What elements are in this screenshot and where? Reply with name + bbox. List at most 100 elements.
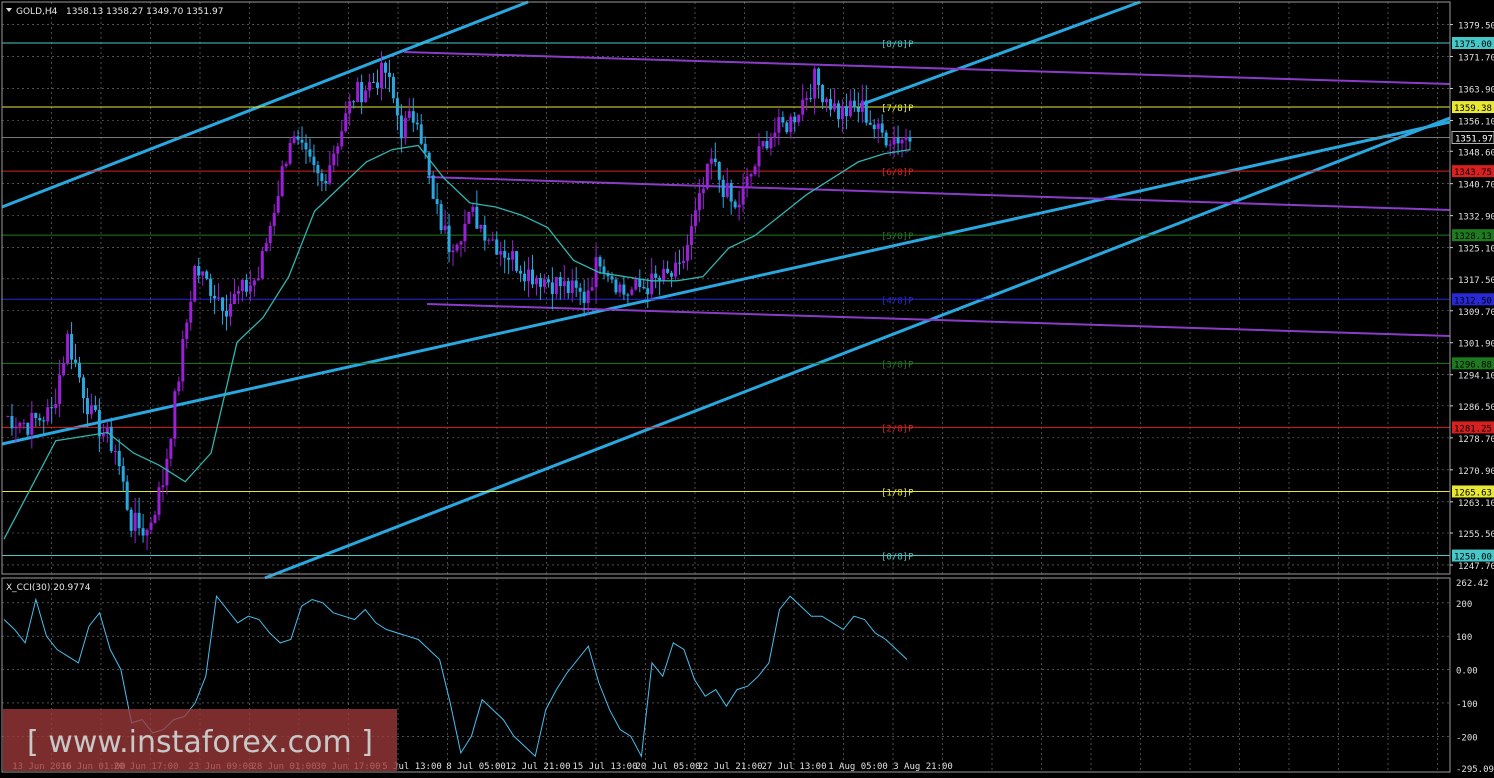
candle-body — [423, 143, 427, 153]
candle-body — [542, 279, 546, 287]
level-labels: 1375.00 [8/8]P 1359.38 [7/8]P 1343.75 [6/8]P 1… — [881, 37, 1494, 563]
level-label: [0/8]P — [881, 553, 914, 563]
candle-body — [145, 529, 149, 536]
candle-body — [856, 107, 860, 112]
candle-body — [225, 310, 229, 317]
x-tick-label: 3 Aug 21:00 — [893, 762, 953, 772]
candle-body — [741, 186, 745, 205]
candle-body — [101, 433, 105, 437]
candle-body — [662, 268, 666, 281]
pitchfork-line — [426, 176, 1451, 211]
y-tick-label: 1247.70 — [1458, 562, 1494, 572]
y-tick-label: 1332.90 — [1458, 213, 1494, 223]
candle-body — [312, 156, 316, 166]
candle-body — [14, 426, 18, 429]
candle-body — [884, 132, 888, 146]
candle-body — [201, 271, 205, 276]
candle-body — [376, 82, 380, 88]
candle-body — [344, 113, 348, 132]
candle-body — [685, 245, 689, 261]
candle-body — [689, 226, 693, 246]
last-price-label: 1351.97 — [1455, 134, 1493, 144]
candle-body — [872, 124, 876, 130]
candle-body — [288, 142, 292, 164]
candle-body — [217, 297, 221, 299]
candle-body — [491, 239, 495, 241]
candle-body — [296, 136, 300, 140]
candle-body — [638, 279, 642, 287]
candle-body — [773, 132, 777, 138]
candle-body — [801, 99, 805, 115]
candle-body — [109, 426, 113, 452]
cci-tick-label: -295.09 — [1456, 765, 1494, 775]
candle-body — [157, 487, 161, 515]
candle-body — [495, 239, 499, 255]
candle-body — [610, 276, 614, 280]
candle-body — [578, 287, 582, 292]
candle-body — [97, 410, 101, 437]
candle-body — [26, 422, 30, 435]
candle-body — [6, 416, 10, 418]
candle-body — [93, 405, 97, 411]
candle-body — [904, 137, 908, 140]
candle-body — [876, 123, 880, 130]
candle-body — [292, 136, 296, 143]
candle-body — [737, 204, 741, 208]
candle-body — [678, 262, 682, 264]
candle-body — [475, 206, 479, 229]
candle-body — [590, 287, 594, 291]
candle-body — [169, 438, 173, 459]
candle-body — [85, 398, 89, 415]
cci-tick-label: -200 — [1456, 733, 1478, 743]
candle-body — [511, 251, 515, 260]
candle-body — [896, 137, 900, 144]
candle-body — [467, 211, 471, 224]
candle-body — [383, 62, 387, 73]
candle-body — [789, 116, 793, 133]
candle-body — [654, 273, 658, 278]
candle-body — [713, 158, 717, 163]
y-tick-label: 1317.50 — [1458, 276, 1494, 286]
candle-body — [487, 239, 491, 241]
channel-line — [1, 120, 1451, 446]
candle-body — [260, 250, 264, 279]
candle-body — [50, 407, 54, 409]
y-tick-label: 1356.10 — [1458, 118, 1494, 128]
candle-body — [554, 277, 558, 294]
candle-body — [221, 297, 225, 311]
candle-body — [598, 257, 602, 267]
candle-body — [693, 210, 697, 227]
candle-body — [403, 117, 407, 139]
candle-body — [900, 139, 904, 144]
channel-line — [859, 0, 1141, 107]
x-tick-label: 15 Jul 13:00 — [572, 762, 637, 772]
candle-body — [141, 528, 145, 536]
candle-body — [908, 137, 912, 142]
candle-body — [586, 290, 590, 303]
candle-body — [276, 196, 280, 213]
main-frame — [1, 1, 1451, 575]
dropdown-triangle-icon[interactable] — [6, 8, 12, 12]
candle-body — [519, 270, 523, 274]
candle-body — [320, 173, 324, 182]
candle-body — [666, 268, 670, 273]
y-tick-label: 1278.70 — [1458, 435, 1494, 445]
candle-body — [813, 68, 817, 99]
candle-body — [817, 68, 821, 86]
candle-body — [757, 146, 761, 167]
y-tick-label: 1255.50 — [1458, 530, 1494, 540]
candle-body — [749, 174, 753, 177]
candle-body — [74, 359, 78, 363]
candle-body — [431, 175, 435, 199]
candle-body — [391, 76, 395, 99]
candle-body — [523, 273, 527, 282]
candle-body — [42, 420, 46, 422]
candle-body — [682, 260, 685, 264]
candle-body — [622, 284, 626, 295]
candle-body — [304, 142, 308, 150]
candle-body — [614, 279, 618, 293]
candle-body — [149, 522, 153, 530]
candle-body — [503, 251, 507, 258]
candle-body — [308, 149, 312, 157]
cci-tick-label: 200 — [1456, 600, 1472, 610]
